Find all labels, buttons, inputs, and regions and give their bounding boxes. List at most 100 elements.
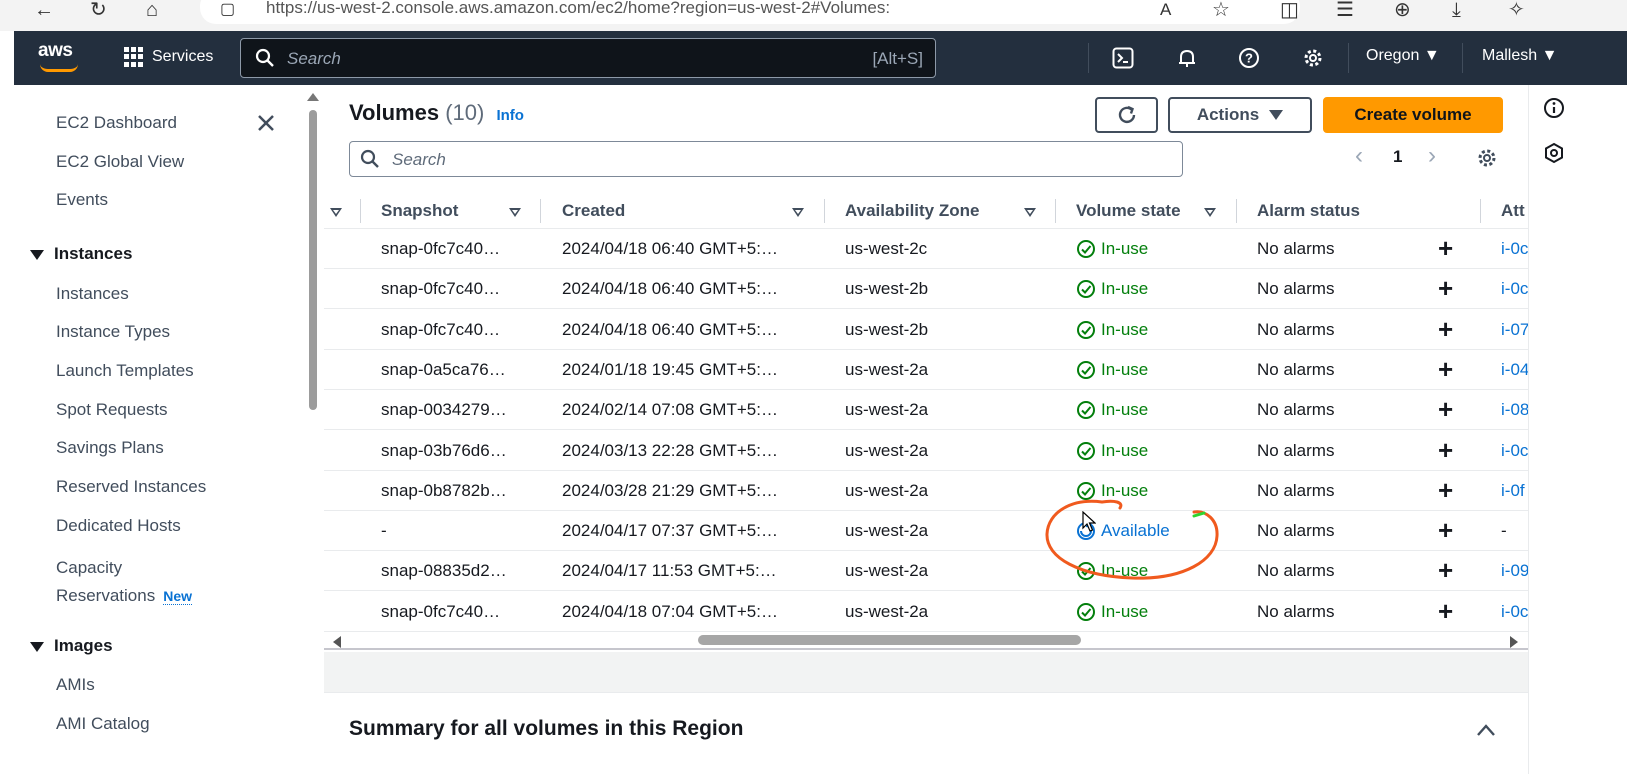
split-screen-icon[interactable]: ◫ [1280, 0, 1299, 20]
add-alarm-icon[interactable]: + [1438, 437, 1453, 463]
sidebar-item-reserved-instances[interactable]: Reserved Instances [56, 477, 206, 497]
add-alarm-icon[interactable]: + [1438, 598, 1453, 624]
reload-icon[interactable]: ↻ [90, 0, 107, 20]
add-alarm-icon[interactable]: + [1438, 356, 1453, 382]
sidebar-section-images[interactable]: Images [30, 636, 113, 656]
sidebar-item-instance-types[interactable]: Instance Types [56, 322, 170, 342]
sidebar-item-ec2-dashboard[interactable]: EC2 Dashboard [56, 113, 177, 133]
table-row[interactable]: snap-0fc7c40… 2024/04/18 07:04 GMT+5:… us-… [324, 592, 1528, 632]
create-volume-button[interactable]: Create volume [1323, 97, 1503, 133]
account-menu[interactable]: Mallesh ▼ [1482, 47, 1557, 65]
attached-instance-cell[interactable]: i-08 [1501, 400, 1529, 420]
add-alarm-icon[interactable]: + [1438, 316, 1453, 342]
scroll-right-icon[interactable] [1510, 636, 1518, 648]
cloudshell-icon[interactable] [1110, 45, 1136, 71]
actions-button[interactable]: Actions [1168, 97, 1312, 133]
attached-instance-cell[interactable]: i-0c [1501, 279, 1528, 299]
back-icon[interactable]: ← [34, 0, 54, 20]
column-header-created[interactable]: Created [562, 201, 625, 221]
column-header-snapshot[interactable]: Snapshot [381, 201, 458, 221]
availability-zone-cell: us-west-2a [845, 400, 929, 420]
notifications-bell-icon[interactable] [1174, 45, 1200, 71]
sort-icon[interactable] [509, 208, 521, 217]
prev-page-icon[interactable]: ‹ [1355, 142, 1363, 170]
feature-panel-icon[interactable] [1543, 142, 1565, 164]
attached-instance-cell[interactable]: i-0c [1501, 239, 1528, 259]
table-row[interactable]: snap-08835d2… 2024/04/17 11:53 GMT+5:… us-… [324, 551, 1529, 592]
attached-instance-cell[interactable]: i-09 [1501, 561, 1529, 581]
attached-instance-cell[interactable]: i-0c [1501, 441, 1528, 461]
settings-gear-icon[interactable] [1300, 45, 1326, 71]
sidebar-scrollbar[interactable] [309, 110, 317, 410]
downloads-icon[interactable]: ⤓ [1452, 0, 1461, 20]
chevron-up-icon[interactable] [1476, 723, 1496, 737]
availability-zone-cell: us-west-2a [845, 359, 929, 379]
column-header-availability-zone[interactable]: Availability Zone [845, 201, 979, 221]
success-check-icon [1077, 360, 1095, 379]
favorites-icon[interactable]: ☰ [1336, 0, 1354, 20]
attached-instance-cell[interactable]: i-0f [1501, 481, 1525, 501]
favorite-star-icon[interactable]: ☆ [1212, 0, 1230, 20]
read-aloud-icon[interactable]: A [1160, 0, 1171, 20]
column-header-volume-state[interactable]: Volume state [1076, 201, 1181, 221]
table-row[interactable]: snap-0fc7c40… 2024/04/18 06:40 GMT+5:… us-… [324, 310, 1529, 350]
sort-icon[interactable] [1204, 208, 1216, 217]
add-alarm-icon[interactable]: + [1438, 396, 1453, 422]
sidebar-item-instances[interactable]: Instances [56, 284, 129, 304]
sidebar-item-ec2-global-view[interactable]: EC2 Global View [56, 152, 184, 172]
table-row[interactable]: snap-0b8782b… 2024/03/28 21:29 GMT+5:… us-… [324, 471, 1528, 511]
help-icon[interactable]: ? [1236, 45, 1262, 71]
table-row[interactable]: snap-0a5ca76… 2024/01/18 19:45 GMT+5:… us-… [324, 350, 1529, 390]
add-alarm-icon[interactable]: + [1438, 517, 1453, 543]
add-alarm-icon[interactable]: + [1438, 557, 1453, 583]
attached-instance-cell[interactable]: i-04 [1501, 360, 1529, 380]
page-number[interactable]: 1 [1393, 147, 1402, 167]
scroll-up-icon[interactable] [307, 93, 319, 101]
sidebar-item-savings-plans[interactable]: Savings Plans [56, 438, 164, 458]
add-alarm-icon[interactable]: + [1438, 477, 1453, 503]
table-row[interactable]: snap-0034279… 2024/02/14 07:08 GMT+5:… us-… [324, 390, 1529, 431]
scroll-left-icon[interactable] [333, 636, 341, 648]
table-header: Snapshot Created Availability Zone Volum… [324, 191, 1528, 229]
site-info-icon[interactable]: ▢ [220, 0, 235, 20]
table-row[interactable]: -2024/04/17 07:37 GMT+5:… us-west-2a Avail… [324, 511, 1528, 552]
sidebar-section-instances[interactable]: Instances [30, 244, 132, 264]
alarm-status-cell: No alarms [1257, 400, 1335, 420]
aws-logo[interactable]: aws [38, 40, 73, 62]
add-alarm-icon[interactable]: + [1438, 235, 1453, 261]
column-header-alarm-status[interactable]: Alarm status [1257, 201, 1360, 221]
volumes-search-input[interactable]: Search [349, 141, 1183, 177]
url-text[interactable]: https://us-west-2.console.aws.amazon.com… [266, 0, 890, 18]
sidebar-item-capacity-reservations[interactable]: Capacity Reservations New [56, 554, 193, 610]
sidebar-item-amis[interactable]: AMIs [56, 675, 95, 695]
sidebar-item-ami-catalog[interactable]: AMI Catalog [56, 714, 150, 734]
collections-icon[interactable]: ⊕ [1394, 0, 1411, 20]
next-page-icon[interactable]: › [1428, 142, 1436, 170]
sort-icon[interactable] [330, 208, 342, 217]
add-alarm-icon[interactable]: + [1438, 275, 1453, 301]
sidebar-item-launch-templates[interactable]: Launch Templates [56, 361, 194, 381]
table-row[interactable]: snap-03b76d6… 2024/03/13 22:28 GMT+5:… us-… [324, 431, 1528, 471]
sort-icon[interactable] [1024, 208, 1036, 217]
table-settings-gear-icon[interactable] [1476, 147, 1498, 169]
volume-state-cell: In-use [1076, 320, 1148, 340]
close-icon[interactable] [256, 113, 276, 133]
extensions-icon[interactable]: ✧ [1508, 0, 1525, 20]
attached-instance-cell[interactable]: i-0c [1501, 602, 1528, 622]
global-search-input[interactable]: Search [Alt+S] [240, 38, 936, 78]
table-row[interactable]: snap-0fc7c40… 2024/04/18 06:40 GMT+5:… us-… [324, 229, 1528, 269]
info-panel-icon[interactable] [1543, 97, 1565, 119]
info-link[interactable]: Info [496, 107, 524, 124]
home-icon[interactable]: ⌂ [146, 0, 158, 20]
sidebar-item-spot-requests[interactable]: Spot Requests [56, 400, 168, 420]
region-selector[interactable]: Oregon ▼ [1366, 47, 1440, 65]
sidebar-item-dedicated-hosts[interactable]: Dedicated Hosts [56, 516, 181, 536]
services-menu[interactable]: Services [124, 47, 213, 67]
sort-icon[interactable] [792, 208, 804, 217]
refresh-button[interactable] [1095, 97, 1158, 133]
column-header-attached-instances[interactable]: Att [1501, 201, 1525, 221]
attached-instance-cell[interactable]: i-07 [1501, 320, 1529, 340]
horizontal-scroll-thumb[interactable] [698, 635, 1081, 645]
table-row[interactable]: snap-0fc7c40… 2024/04/18 06:40 GMT+5:… us-… [324, 269, 1528, 310]
sidebar-item-events[interactable]: Events [56, 190, 108, 210]
